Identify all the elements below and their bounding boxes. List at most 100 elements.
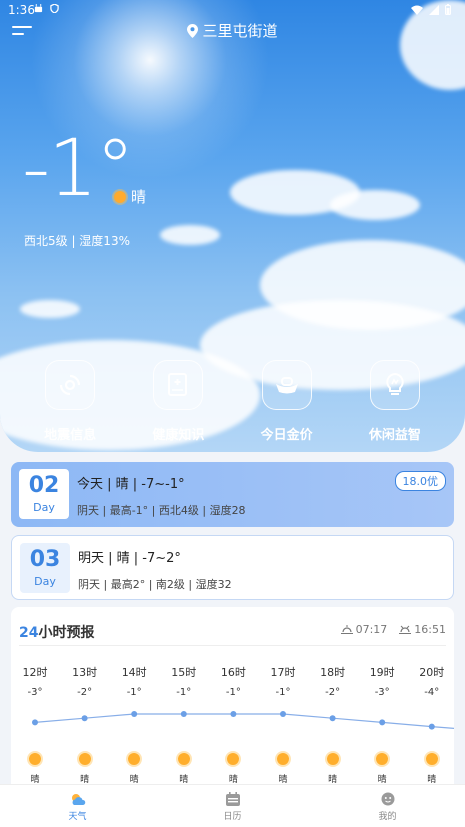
sunny-icon [326, 753, 339, 765]
feature-puzzle[interactable]: 休闲益智 [345, 360, 445, 443]
hour-temperature: -1° [176, 687, 192, 698]
battery-icon [445, 4, 451, 15]
hourly-item: 19时 -3° 晴 [362, 664, 402, 785]
location-pin-icon [187, 23, 199, 38]
sunrise: 07:17 [340, 623, 388, 636]
day-detail: 阴天 | 最高2° | 南2级 | 湿度32 [78, 578, 232, 591]
date-number: 03 [29, 547, 61, 572]
divider [19, 645, 446, 646]
hour-temperature: -3° [374, 687, 390, 698]
tab-profile[interactable]: 我的 [338, 785, 438, 827]
hour-temperature: -1° [275, 687, 291, 698]
forecast-title: 24小时预报 [19, 622, 94, 642]
tab-label: 我的 [378, 812, 397, 822]
signal-icon [429, 4, 439, 15]
cloud-decoration [330, 190, 420, 220]
sunrise-sunset: 07:17 16:51 [340, 623, 446, 636]
hour-temperature: -4° [424, 687, 440, 698]
hour-temperature: -1° [126, 687, 142, 698]
tab-label: 日历 [223, 812, 242, 822]
sunny-icon [376, 753, 389, 765]
status-bar: 1:36 [0, 0, 465, 20]
android-icon [34, 4, 43, 13]
sunny-icon [277, 753, 289, 765]
temperature-point [280, 711, 286, 717]
sunny-icon [128, 753, 141, 765]
cloud-decoration [20, 300, 80, 318]
date-label: Day [34, 575, 56, 588]
feature-gold-price[interactable]: 今日金价 [237, 360, 337, 443]
forecast-title-text: 小时预报 [38, 625, 95, 641]
feature-label: 健康知识 [152, 428, 205, 443]
hourly-item: 12时 -3° 晴 [15, 664, 55, 785]
temperature-point [428, 723, 435, 730]
current-condition: 晴 [114, 186, 146, 207]
tab-weather[interactable]: 天气 [28, 785, 128, 827]
hour-label: 16时 [220, 666, 246, 679]
tab-label: 天气 [68, 812, 87, 822]
hour-label: 19时 [369, 666, 395, 679]
hourly-item: 17时 -1° 晴 [263, 664, 303, 785]
hourly-forecast-card: 24小时预报 07:17 16:51 12时 -3° 晴 13时 -2° 晴 14时 -1° 晴… [11, 607, 454, 797]
shield-icon [50, 4, 59, 13]
hour-label: 17时 [270, 666, 296, 679]
feature-health[interactable]: 健康知识 [128, 360, 228, 443]
day-summary: 明天 | 晴 | -7~2° [78, 551, 181, 566]
hourly-item: 13时 -2° 晴 [65, 664, 105, 785]
hour-label: 15时 [171, 666, 197, 679]
hour-temperature: -2° [77, 687, 93, 698]
sunny-icon [78, 753, 91, 765]
sunrise-time: 07:17 [355, 623, 388, 636]
temperature-point [230, 711, 237, 717]
temperature-point [32, 719, 38, 726]
hourly-item: 20时 -4° 晴 [412, 664, 452, 785]
hour-temperature: -3° [27, 687, 43, 698]
location-name: 三里屯街道 [202, 22, 278, 40]
hourly-item: 18时 -2° 晴 [313, 664, 353, 785]
sunset-icon [399, 625, 412, 634]
wind-humidity: 西北5级 | 湿度13% [24, 234, 130, 248]
profile-face-icon [381, 792, 394, 806]
calendar-icon [225, 792, 240, 806]
day-card-today[interactable]: 02 Day 今天 | 晴 | -7~-1° 阴天 | 最高-1° | 西北4级… [11, 462, 454, 527]
sunset: 16:51 [399, 623, 446, 636]
feature-label: 今日金价 [260, 428, 313, 443]
earthquake-icon [45, 360, 96, 410]
sunset-time: 16:51 [414, 623, 446, 636]
status-time: 1:36 [8, 3, 35, 17]
health-book-icon [153, 360, 204, 410]
feature-earthquake[interactable]: 地震信息 [20, 360, 120, 443]
feature-label: 休闲益智 [368, 428, 421, 443]
location-header[interactable]: 三里屯街道 [0, 20, 465, 41]
condition-text: 晴 [131, 188, 147, 206]
sunny-icon [114, 190, 126, 203]
sunny-icon [425, 753, 438, 765]
tab-calendar[interactable]: 日历 [183, 785, 283, 827]
day-detail: 阴天 | 最高-1° | 西北4级 | 湿度28 [77, 504, 246, 517]
sunrise-icon [340, 625, 353, 634]
cloud-decoration [160, 225, 220, 245]
day-card-tomorrow[interactable]: 03 Day 明天 | 晴 | -7~2° 阴天 | 最高2° | 南2级 | … [11, 535, 454, 600]
temperature-line [34, 713, 454, 729]
hour-temperature: -1° [225, 687, 241, 698]
day-summary: 今天 | 晴 | -7~-1° [77, 477, 185, 492]
hour-label: 14时 [121, 666, 147, 679]
wifi-icon [411, 5, 423, 15]
hour-label: 13时 [72, 666, 98, 679]
bottom-tab-bar: 天气 日历 我的 [0, 784, 465, 827]
date-number: 02 [28, 473, 60, 498]
feature-shortcuts: 地震信息 健康知识 今日金价 休闲益智 [0, 360, 465, 443]
aqi-badge[interactable]: 18.0优 [394, 471, 446, 491]
sunny-icon [29, 753, 41, 765]
gold-ingot-icon [261, 360, 312, 410]
hour-temperature: -2° [325, 687, 341, 698]
date-box: 02 Day [19, 469, 69, 519]
date-label: Day [33, 501, 55, 514]
hour-label: 20时 [419, 666, 445, 679]
hourly-item: 16时 -1° 晴 [213, 664, 253, 785]
temperature-point [81, 715, 88, 722]
lightbulb-icon [369, 360, 420, 410]
weather-tab-icon [71, 794, 85, 805]
sunny-icon [227, 753, 240, 765]
temperature-point [180, 711, 187, 717]
